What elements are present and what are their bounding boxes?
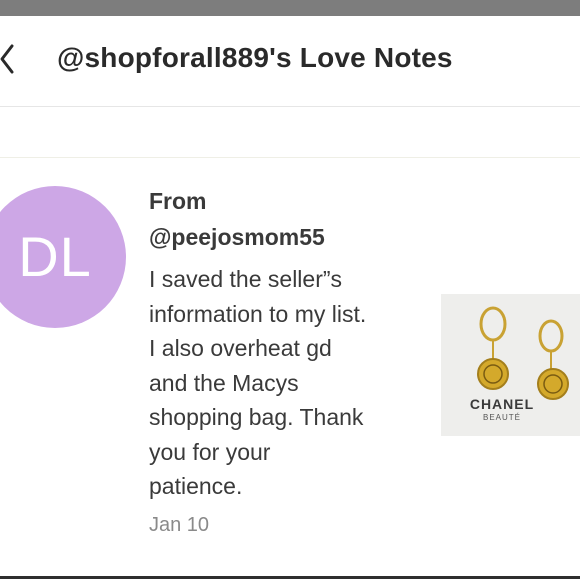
- brand-text: CHANEL: [469, 396, 535, 412]
- header-spacer: [0, 107, 580, 158]
- message-line: shopping bag. Thank: [149, 404, 364, 430]
- message-line: and the Macys: [149, 369, 299, 396]
- message-line: you for your: [149, 438, 271, 465]
- from-label: From: [149, 188, 207, 214]
- message-line: information to my list.: [149, 300, 367, 327]
- listing-thumbnail[interactable]: CHANEL BEAUTÉ: [441, 294, 580, 436]
- note-message: I saved the seller”s information to my l…: [149, 262, 419, 504]
- status-bar: [0, 0, 580, 16]
- love-note: DL From @peejosmom55 I saved the seller”…: [0, 158, 580, 579]
- chevron-left-icon: [0, 44, 14, 74]
- note-date: Jan 10: [149, 514, 210, 536]
- avatar[interactable]: DL: [0, 186, 126, 328]
- message-line: patience.: [149, 473, 243, 499]
- brand-subtext: BEAUTÉ: [482, 413, 521, 422]
- message-line: I saved the seller”s: [149, 266, 343, 292]
- message-line: I also overheat gd: [149, 335, 332, 361]
- page-title: @shopforall889's Love Notes: [57, 42, 453, 73]
- sender-username[interactable]: @peejosmom55: [149, 224, 325, 251]
- status-bar-right: [462, 0, 572, 10]
- back-button[interactable]: [0, 38, 30, 82]
- app-header: @shopforall889's Love Notes: [0, 18, 580, 107]
- status-bar-left: [10, 0, 230, 10]
